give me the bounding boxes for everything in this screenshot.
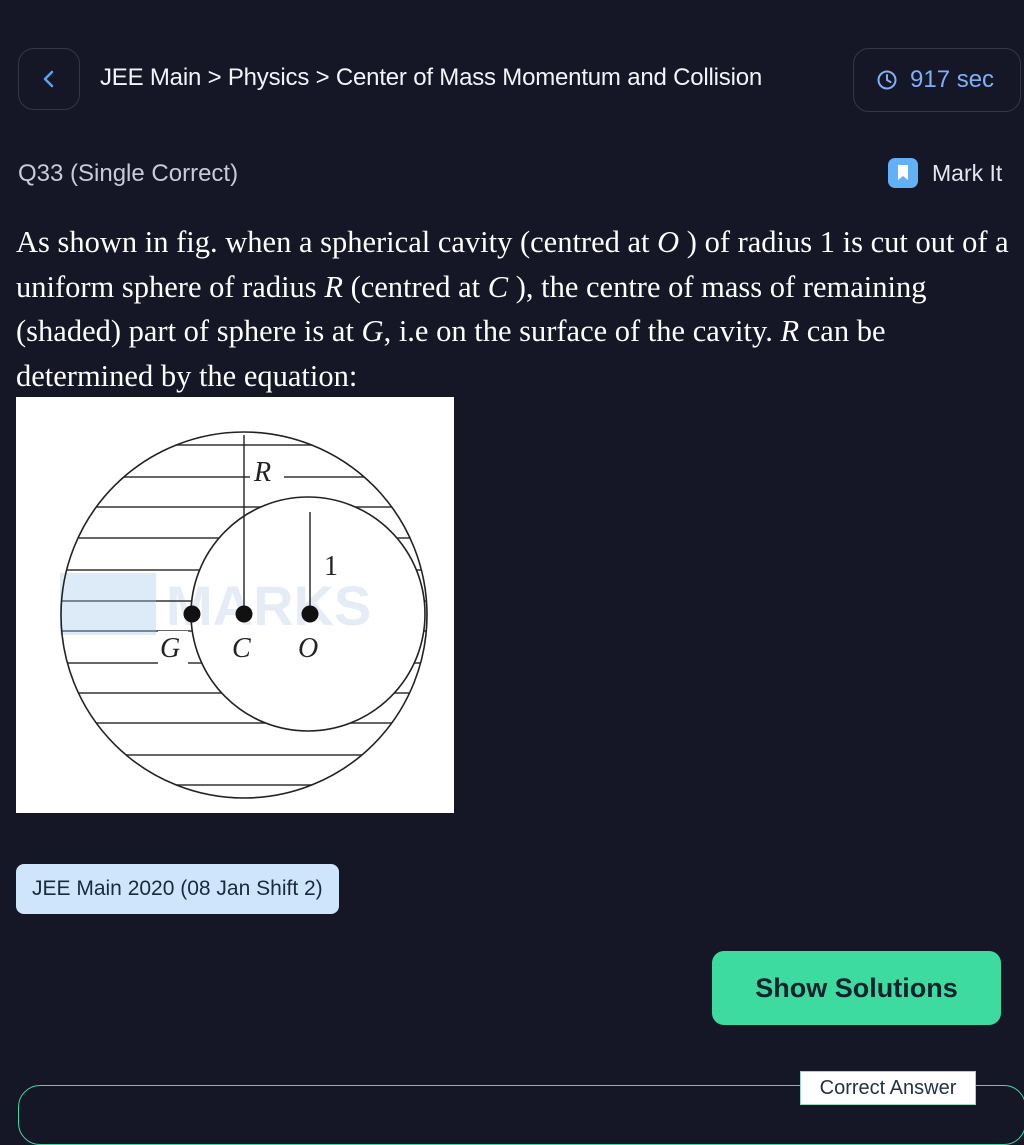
point-o xyxy=(301,605,319,623)
timer-value: 917 sec xyxy=(910,66,995,93)
label-c: C xyxy=(232,633,251,664)
watermark-bar xyxy=(60,573,156,635)
label-g: G xyxy=(160,633,180,664)
timer: 917 sec xyxy=(853,48,1021,112)
point-g xyxy=(183,605,201,623)
label-o: O xyxy=(298,633,318,664)
symbol-r-2: R xyxy=(780,314,800,348)
show-solutions-button[interactable]: Show Solutions xyxy=(712,951,1001,1025)
back-button[interactable] xyxy=(18,48,80,110)
sphere-cavity-diagram: MARKS R 1 G C O xyxy=(60,431,428,799)
breadcrumb: JEE Main > Physics > Center of Mass Mome… xyxy=(100,64,763,91)
label-1: 1 xyxy=(324,551,338,582)
label-r: R xyxy=(253,457,271,488)
symbol-g: G xyxy=(361,314,384,348)
mark-it-button[interactable]: Mark It xyxy=(888,158,1002,188)
symbol-c: C xyxy=(487,269,509,304)
correct-answer-label: Correct Answer xyxy=(800,1071,976,1105)
mark-it-label: Mark It xyxy=(932,159,1003,186)
symbol-r: R xyxy=(324,269,343,304)
point-c xyxy=(235,605,253,623)
question-text: As shown in fig. when a spherical cavity… xyxy=(16,225,1009,393)
watermark-text: MARKS xyxy=(166,574,371,637)
exam-tag: JEE Main 2020 (08 Jan Shift 2) xyxy=(16,864,339,914)
question-figure: MARKS R 1 G C O xyxy=(16,397,454,813)
symbol-o: O xyxy=(657,225,680,259)
question-number: Q33 (Single Correct) xyxy=(18,160,239,187)
chevron-left-icon xyxy=(43,70,54,88)
bookmark-icon xyxy=(888,158,918,188)
clock-icon xyxy=(877,70,897,90)
